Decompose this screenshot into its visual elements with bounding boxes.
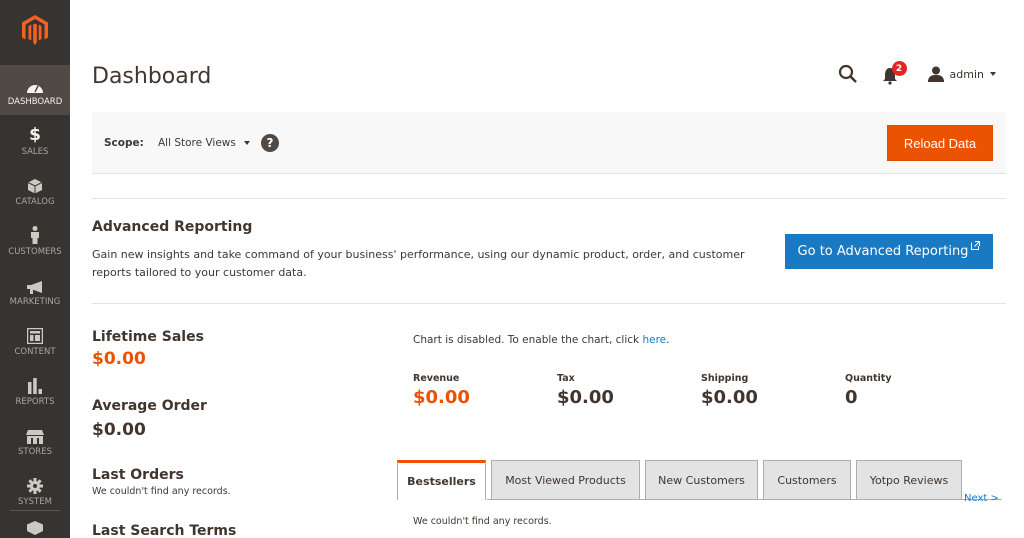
sidebar-item-label: Catalog: [15, 196, 55, 207]
total-label: Tax: [557, 373, 575, 384]
last-search-terms-label: Last Search Terms: [92, 523, 237, 538]
total-value: $0.00: [557, 387, 614, 408]
total-value: 0: [845, 387, 858, 408]
sidebar-item-stores[interactable]: Stores: [0, 415, 70, 465]
total-label: Quantity: [845, 373, 892, 384]
lifetime-sales-label: Lifetime Sales: [92, 329, 204, 345]
last-orders-label: Last Orders: [92, 467, 184, 483]
total-revenue: Revenue $0.00: [413, 373, 470, 408]
bar-chart-icon: [28, 374, 42, 394]
lifetime-sales-value: $0.00: [92, 349, 146, 369]
sidebar-item-label: Dashboard: [7, 96, 63, 107]
advanced-reporting-button-label: Go to Advanced Reporting: [797, 244, 969, 259]
sidebar-item-label: Sales: [21, 146, 49, 157]
help-icon[interactable]: ?: [261, 134, 279, 152]
extensions-icon: [27, 515, 43, 535]
advanced-reporting-title: Advanced Reporting: [92, 219, 253, 235]
tab-bestsellers[interactable]: Bestsellers: [397, 460, 486, 500]
tab-customers[interactable]: Customers: [763, 460, 851, 499]
dashboard-icon: [26, 74, 44, 94]
tab-new-customers[interactable]: New Customers: [645, 460, 758, 499]
sidebar-item-label: Customers: [8, 246, 62, 257]
dollar-icon: $: [29, 124, 41, 145]
external-link-icon: [971, 240, 981, 253]
chevron-down-icon: [990, 72, 996, 76]
sidebar-item-content[interactable]: Content: [0, 315, 70, 365]
search-icon[interactable]: [838, 64, 858, 84]
chevron-down-icon: [243, 141, 250, 145]
magento-logo-icon: [22, 15, 48, 45]
advanced-reporting-description: Gain new insights and take command of yo…: [92, 248, 745, 279]
user-name: admin: [949, 67, 984, 81]
total-quantity: Quantity 0: [845, 373, 892, 408]
total-label: Shipping: [701, 373, 749, 384]
magento-logo[interactable]: [0, 0, 70, 60]
total-value: $0.00: [701, 387, 758, 408]
sidebar-item-label: System: [18, 496, 52, 507]
scope-label: Scope:: [104, 137, 144, 149]
chart-message-suffix: .: [666, 334, 670, 346]
tabs-next-link[interactable]: Next >: [964, 493, 999, 504]
sidebar-item-label: Marketing: [9, 296, 61, 307]
chart-disabled-message: Chart is disabled. To enable the chart, …: [413, 334, 669, 346]
total-shipping: Shipping $0.00: [701, 373, 758, 408]
dashboard-tabs: Bestsellers Most Viewed Products New Cus…: [397, 460, 967, 500]
bestsellers-empty-message: We couldn't find any records.: [413, 516, 552, 527]
user-icon: [927, 66, 944, 82]
sidebar-item-extensions[interactable]: [0, 515, 70, 538]
megaphone-icon: [26, 274, 44, 294]
total-value: $0.00: [413, 387, 470, 408]
store-view-selected: All Store Views: [158, 137, 236, 149]
average-order-value: $0.00: [92, 420, 146, 440]
enable-chart-link[interactable]: here: [642, 334, 666, 346]
sidebar-item-reports[interactable]: Reports: [0, 365, 70, 415]
go-to-advanced-reporting-button[interactable]: Go to Advanced Reporting: [785, 234, 993, 269]
total-label: Revenue: [413, 373, 460, 384]
sidebar-item-customers[interactable]: Customers: [0, 215, 70, 265]
sidebar-item-marketing[interactable]: Marketing: [0, 265, 70, 315]
gear-icon: [27, 474, 43, 494]
admin-sidebar: Dashboard $ Sales Catalog Customers Mark…: [0, 0, 70, 538]
last-orders-empty: We couldn't find any records.: [92, 486, 231, 497]
sidebar-item-dashboard[interactable]: Dashboard: [0, 65, 70, 115]
sidebar-item-catalog[interactable]: Catalog: [0, 165, 70, 215]
sidebar-item-system[interactable]: System: [0, 465, 70, 515]
user-menu[interactable]: admin: [927, 66, 996, 82]
chart-message-text: Chart is disabled. To enable the chart, …: [413, 334, 643, 346]
reload-data-button[interactable]: Reload Data: [887, 125, 993, 161]
average-order-label: Average Order: [92, 398, 207, 414]
notifications-button[interactable]: 2: [882, 61, 907, 85]
scope-bar: Scope: All Store Views ? Reload Data: [92, 112, 1006, 174]
tab-most-viewed-products[interactable]: Most Viewed Products: [491, 460, 640, 499]
sidebar-divider: [10, 510, 60, 511]
sidebar-item-label: Reports: [15, 396, 55, 407]
divider: [92, 303, 1006, 304]
header-actions: 2 admin: [838, 61, 996, 86]
box-icon: [27, 174, 43, 194]
sidebar-item-label: Content: [14, 346, 56, 357]
divider: [92, 198, 1006, 199]
tab-yotpo-reviews[interactable]: Yotpo Reviews: [856, 460, 962, 499]
layout-icon: [27, 324, 43, 344]
total-tax: Tax $0.00: [557, 373, 614, 408]
page-title: Dashboard: [92, 64, 212, 89]
notification-badge: 2: [891, 61, 907, 76]
store-view-switcher[interactable]: All Store Views: [158, 137, 250, 149]
person-icon: [30, 224, 40, 244]
storefront-icon: [26, 424, 44, 444]
sidebar-item-label: Stores: [18, 446, 52, 457]
sidebar-item-sales[interactable]: $ Sales: [0, 115, 70, 165]
